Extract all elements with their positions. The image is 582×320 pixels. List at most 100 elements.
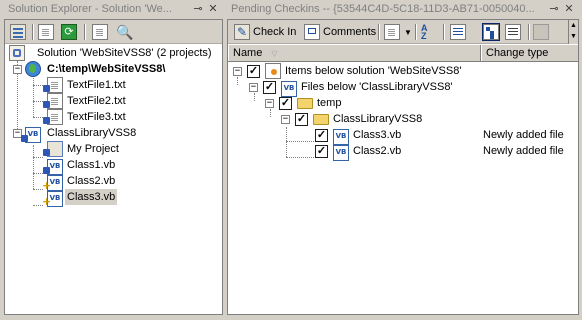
- tree-item-class2[interactable]: VB + Class2.vb: [42, 173, 115, 191]
- vb-project-icon: VB: [281, 81, 297, 97]
- collapse-icon[interactable]: −: [13, 65, 22, 74]
- undo-checkout-button[interactable]: [533, 23, 549, 41]
- lock-icon: [43, 117, 50, 124]
- tree-item-label: TextFile2.txt: [67, 95, 126, 107]
- pending-item-label: Class3.vb: [353, 129, 402, 141]
- solution-icon: [265, 63, 281, 79]
- close-icon[interactable]: ✕: [562, 2, 576, 16]
- options-icon: [384, 24, 400, 40]
- refresh-button[interactable]: ⟳: [61, 23, 77, 41]
- solution-icon: [9, 45, 25, 61]
- view-code-button[interactable]: [92, 23, 108, 41]
- tree-item-class3[interactable]: VB + Class3.vb: [42, 189, 118, 207]
- tree-item-class1[interactable]: VB Class1.vb: [43, 157, 115, 175]
- solution-explorer-titlebar: Solution Explorer - Solution 'We... ⊸ ✕: [4, 0, 223, 19]
- tree-item-label: Solution 'WebSiteVSS8' (2 projects): [37, 47, 212, 59]
- collapse-icon[interactable]: −: [281, 115, 290, 124]
- tree-item-solution[interactable]: Solution 'WebSiteVSS8' (2 projects): [9, 45, 212, 61]
- pin-icon[interactable]: ⊸: [547, 2, 561, 16]
- solution-explorer-pane: ⟳ 🔍 Solution 'WebSiteVSS8' (2 projects) …: [4, 19, 223, 315]
- checkbox-class3[interactable]: ✓: [315, 129, 328, 142]
- tree-item-label: ClassLibraryVSS8: [47, 127, 137, 139]
- close-icon[interactable]: ✕: [206, 2, 220, 16]
- tree-item-classlibrary[interactable]: VB ClassLibraryVSS8: [21, 125, 136, 143]
- pending-checkins-pane: ✎ Check In Comments ▼ AZ ▲ ▼ Name ▽ Chan…: [227, 19, 579, 315]
- show-all-files-button[interactable]: [38, 23, 54, 41]
- collapse-icon[interactable]: −: [249, 83, 258, 92]
- undo-checkout-icon: [533, 24, 549, 40]
- comments-button[interactable]: Comments: [304, 23, 376, 41]
- tree-item-website[interactable]: C:\temp\WebSiteVSS8\: [25, 61, 165, 77]
- checkbox-temp[interactable]: ✓: [279, 97, 292, 110]
- view-designer-icon: 🔍: [116, 24, 134, 40]
- checkbox-files[interactable]: ✓: [263, 81, 276, 94]
- pending-item-label: ClassLibraryVSS8: [333, 113, 423, 125]
- pending-item-solution[interactable]: Items below solution 'WebSiteVSS8': [265, 63, 461, 79]
- vb-file-icon: VB +: [42, 191, 63, 207]
- toolbar-overflow-chevron[interactable]: ▲ ▼: [568, 20, 578, 44]
- tree-view-button[interactable]: [482, 23, 500, 41]
- properties-icon: [10, 24, 26, 40]
- flat-view-button[interactable]: [450, 23, 466, 41]
- lock-icon: [21, 135, 28, 142]
- pending-item-class2[interactable]: VB Class2.vb: [333, 143, 401, 161]
- sort-arrow-icon: ▽: [271, 49, 278, 58]
- tree-item-textfile3[interactable]: TextFile3.txt: [43, 109, 126, 125]
- details-view-button[interactable]: [505, 23, 521, 41]
- pending-item-classlibrary[interactable]: ClassLibraryVSS8: [313, 111, 422, 127]
- pending-checkins-titlebar: Pending Checkins -- {53544C4D-5C18-11D3-…: [227, 0, 579, 19]
- collapse-icon[interactable]: −: [265, 99, 274, 108]
- tree-item-myproject[interactable]: My Project: [43, 141, 119, 157]
- web-project-icon: [25, 61, 41, 77]
- tree-item-label: C:\temp\WebSiteVSS8\: [47, 63, 166, 75]
- tree-item-label: TextFile3.txt: [67, 111, 126, 123]
- check-in-button[interactable]: ✎ Check In: [234, 23, 296, 41]
- folder-icon: [297, 98, 313, 109]
- change-type-label: Newly added file: [483, 129, 564, 141]
- my-project-icon: [43, 141, 63, 157]
- solution-tree: Solution 'WebSiteVSS8' (2 projects) − C:…: [5, 45, 222, 314]
- check-in-label: Check In: [253, 26, 297, 38]
- check-in-icon: ✎: [234, 24, 250, 40]
- vb-project-icon: VB: [21, 127, 41, 143]
- view-designer-button[interactable]: 🔍: [116, 23, 134, 41]
- text-file-icon: [43, 109, 63, 125]
- lock-icon: [43, 149, 50, 156]
- comments-icon: [304, 24, 320, 40]
- pending-item-label: Items below solution 'WebSiteVSS8': [285, 65, 462, 77]
- change-type-label: Newly added file: [483, 145, 564, 157]
- pending-checkins-title: Pending Checkins -- {53544C4D-5C18-11D3-…: [231, 3, 535, 15]
- tree-view-icon: [483, 24, 499, 40]
- column-change-type[interactable]: Change type: [481, 45, 579, 61]
- pending-item-label: temp: [317, 97, 342, 109]
- sort-button[interactable]: AZ: [421, 23, 437, 41]
- pending-checkins-toolbar: ✎ Check In Comments ▼ AZ ▲ ▼: [228, 20, 578, 44]
- sort-icon: AZ: [421, 23, 428, 41]
- column-name-label: Name: [233, 47, 263, 59]
- collapse-icon[interactable]: −: [233, 67, 242, 76]
- tree-item-label: Class3.vb: [65, 189, 118, 205]
- column-name[interactable]: Name ▽: [228, 45, 481, 61]
- chevron-down-icon: ▼: [404, 27, 412, 37]
- vb-file-icon: VB: [333, 145, 349, 161]
- checkbox-classlibrary[interactable]: ✓: [295, 113, 308, 126]
- checkbox-class2[interactable]: ✓: [315, 145, 328, 158]
- properties-button[interactable]: [10, 23, 26, 41]
- refresh-icon: ⟳: [61, 24, 77, 40]
- pending-item-temp[interactable]: temp: [297, 95, 341, 111]
- tree-item-textfile2[interactable]: TextFile2.txt: [43, 93, 126, 109]
- details-view-icon: [505, 24, 521, 40]
- comments-label: Comments: [323, 26, 377, 38]
- tree-item-textfile1[interactable]: TextFile1.txt: [43, 77, 126, 93]
- pending-item-class3[interactable]: VB Class3.vb: [333, 127, 401, 145]
- text-file-icon: [43, 77, 63, 93]
- pending-item-label: Class2.vb: [353, 145, 402, 157]
- pending-item-files[interactable]: VB Files below 'ClassLibraryVSS8': [281, 79, 453, 97]
- pin-icon[interactable]: ⊸: [191, 2, 205, 16]
- column-change-type-label: Change type: [486, 47, 549, 59]
- options-dropdown-button[interactable]: ▼: [384, 23, 412, 41]
- checkbox-solution[interactable]: ✓: [247, 65, 260, 78]
- tree-item-label: My Project: [67, 143, 119, 155]
- lock-icon: [43, 101, 50, 108]
- solution-explorer-title: Solution Explorer - Solution 'We...: [8, 3, 172, 15]
